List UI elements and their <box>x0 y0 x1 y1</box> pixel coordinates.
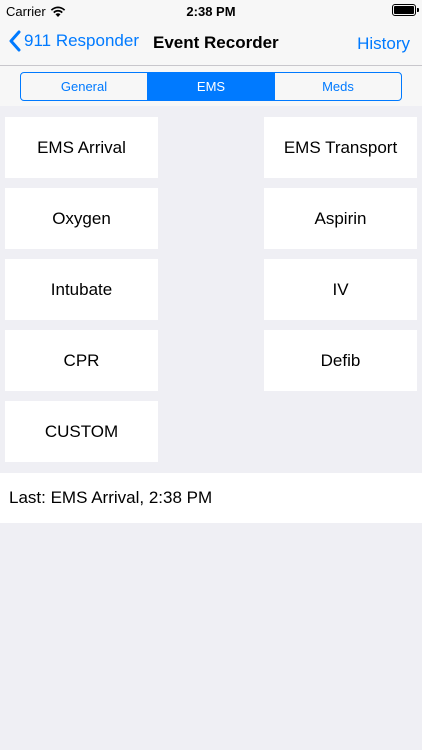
status-time: 2:38 PM <box>186 4 236 19</box>
status-bar: Carrier 2:38 PM <box>0 0 422 22</box>
page-title: Event Recorder <box>153 33 279 52</box>
oxygen-button[interactable]: Oxygen <box>5 188 158 249</box>
segmented-control: General EMS Meds <box>20 72 402 101</box>
navigation-bar: 911 Responder Event Recorder History <box>0 22 422 66</box>
aspirin-button[interactable]: Aspirin <box>264 188 417 249</box>
iv-button[interactable]: IV <box>264 259 417 320</box>
ems-transport-button[interactable]: EMS Transport <box>264 117 417 178</box>
ems-arrival-button[interactable]: EMS Arrival <box>5 117 158 178</box>
tab-meds[interactable]: Meds <box>275 73 401 100</box>
history-button[interactable]: History <box>357 34 410 54</box>
intubate-button[interactable]: Intubate <box>5 259 158 320</box>
tab-ems[interactable]: EMS <box>148 73 275 100</box>
tab-bar-container: General EMS Meds <box>0 66 422 106</box>
cpr-button[interactable]: CPR <box>5 330 158 391</box>
last-event-status: Last: EMS Arrival, 2:38 PM <box>0 473 422 523</box>
custom-button[interactable]: CUSTOM <box>5 401 158 462</box>
chevron-left-icon <box>9 30 21 52</box>
back-button[interactable]: 911 Responder <box>8 30 139 52</box>
battery-icon <box>392 4 419 16</box>
back-button-label: 911 Responder <box>24 31 139 50</box>
tab-general[interactable]: General <box>21 73 148 100</box>
defib-button[interactable]: Defib <box>264 330 417 391</box>
